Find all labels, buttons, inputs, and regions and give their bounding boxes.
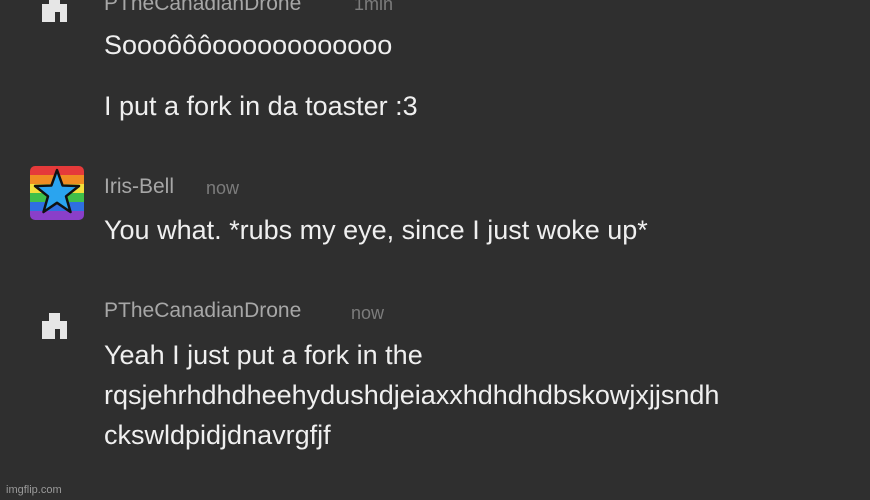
username[interactable]: PTheCanadianDrone	[104, 299, 301, 323]
message-text: You what. *rubs my eye, since I just wok…	[104, 215, 648, 245]
timestamp: now	[206, 178, 240, 198]
robot-silhouette-icon[interactable]	[30, 295, 84, 349]
rainbow-star-icon[interactable]	[30, 166, 84, 220]
message-text: rqsjehrhdhdheehydushdjeiaxxhdhdhdbskowjx…	[104, 380, 720, 410]
message-text: Yeah I just put a fork in the	[104, 340, 423, 370]
message-text: Soooôôôoooooooooooo	[104, 30, 393, 60]
message-text: I put a fork in da toaster :3	[104, 91, 418, 121]
robot-silhouette-icon[interactable]	[30, 0, 84, 32]
timestamp: now	[351, 303, 385, 323]
username[interactable]: PTheCanadianDrone	[104, 0, 301, 16]
watermark: imgflip.com	[6, 484, 62, 496]
timestamp: 1min	[354, 0, 394, 14]
message-text: ckswldpidjdnavrgfjf	[104, 420, 331, 450]
username[interactable]: Iris-Bell	[104, 175, 174, 199]
